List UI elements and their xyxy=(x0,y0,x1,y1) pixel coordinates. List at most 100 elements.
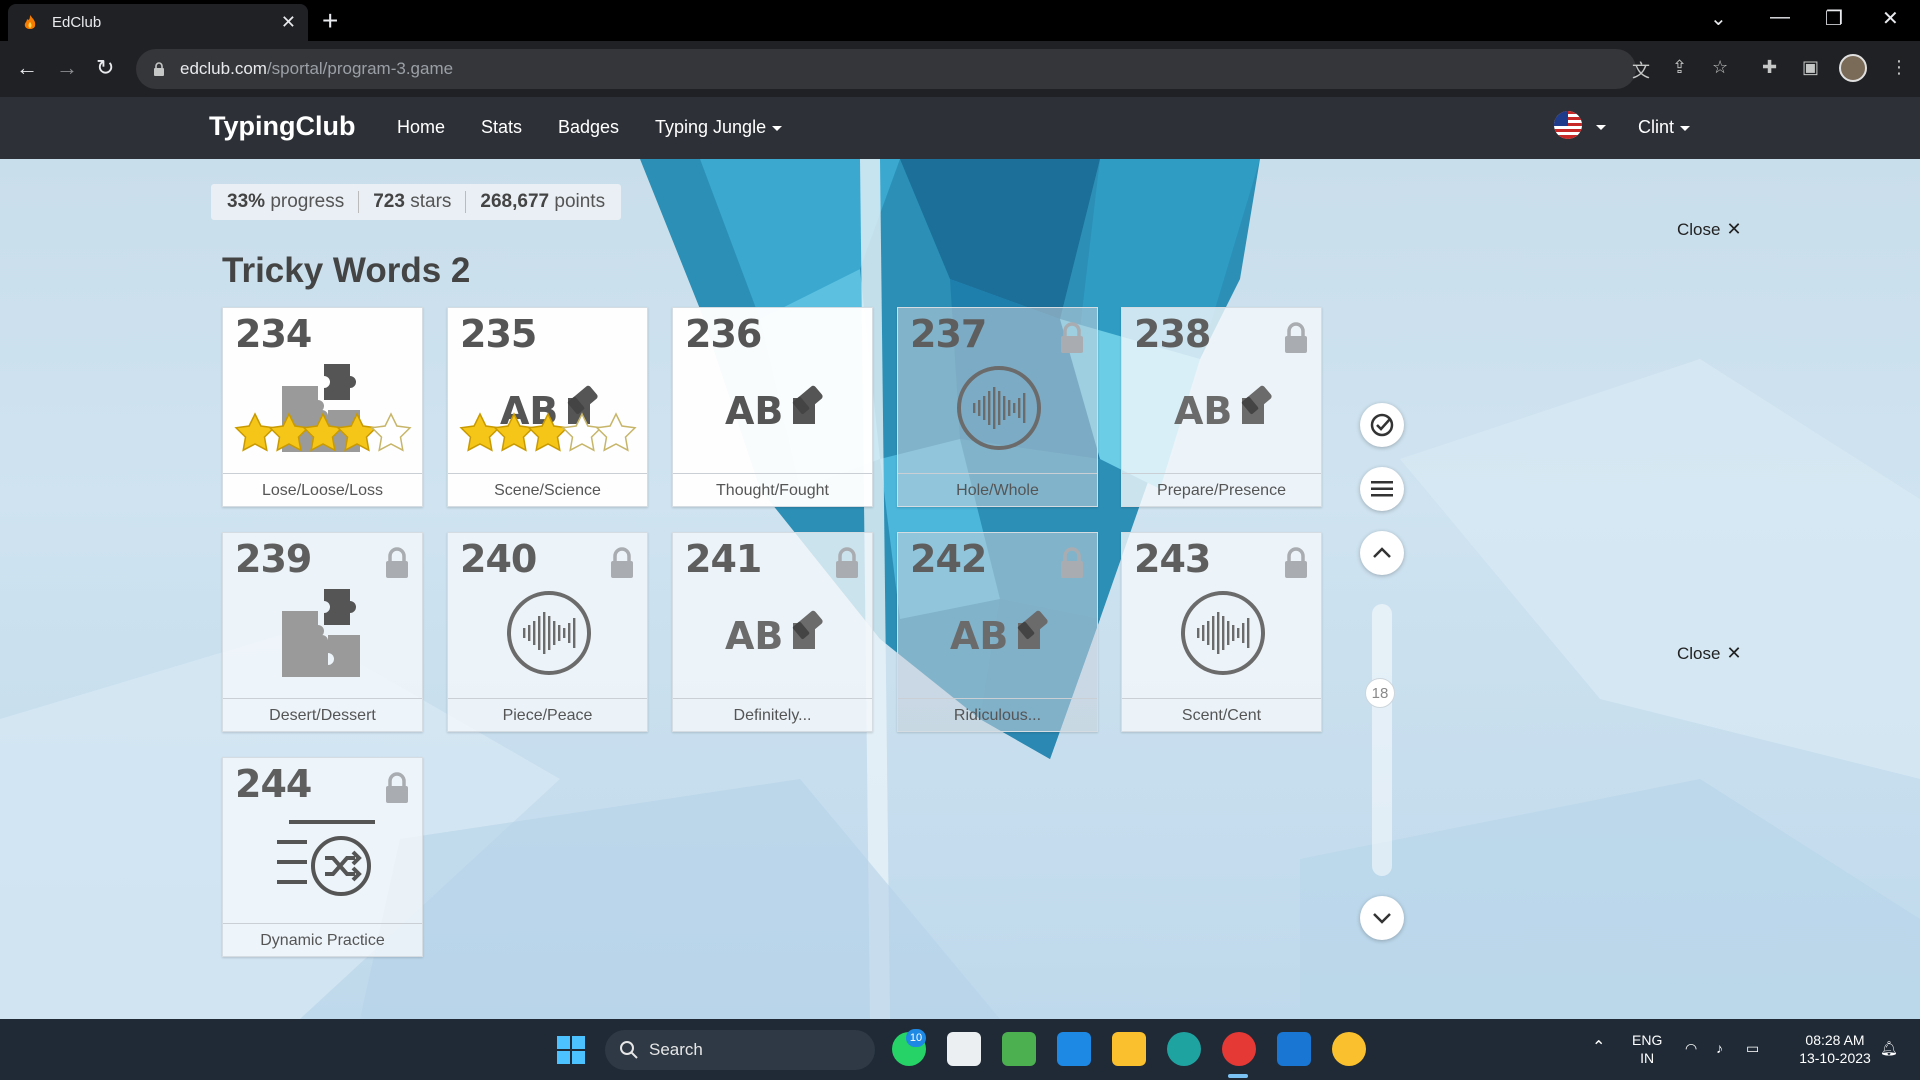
side-panel-icon[interactable]: ▣ xyxy=(1802,57,1819,78)
empty-star-icon xyxy=(561,412,603,452)
edge-icon[interactable] xyxy=(1167,1032,1201,1066)
browser-profile-avatar[interactable] xyxy=(1839,54,1867,82)
clock-time: 08:28 AM xyxy=(1805,1032,1865,1048)
chevron-down-icon xyxy=(1680,125,1691,131)
lesson-icon: AB xyxy=(898,569,1099,697)
lesson-icon: AB xyxy=(673,344,874,472)
lesson-card-238[interactable]: 238 AB Prepare/Presence xyxy=(1121,307,1322,507)
lesson-card-243[interactable]: 243 Scent/Cent xyxy=(1121,532,1322,732)
nav-typing-jungle-dropdown[interactable]: Typing Jungle xyxy=(655,117,783,138)
us-flag-icon[interactable] xyxy=(1554,111,1582,139)
nav-home[interactable]: Home xyxy=(397,117,445,138)
points-count: 268,677 xyxy=(480,191,550,212)
svg-text:AB: AB xyxy=(725,614,783,658)
vscode-icon[interactable] xyxy=(1277,1032,1311,1066)
address-bar[interactable]: edclub.com/sportal/program-3.game xyxy=(136,49,1636,89)
reload-icon[interactable]: ↻ xyxy=(96,55,114,81)
close-window-button[interactable]: ✕ xyxy=(1882,6,1899,31)
app-icon[interactable] xyxy=(1002,1032,1036,1066)
lesson-icon: AB xyxy=(1122,344,1323,472)
notification-bell-icon[interactable]: 🔔︎ xyxy=(1880,1039,1898,1057)
close-button[interactable]: Close ✕ xyxy=(1677,643,1742,664)
check-progress-button[interactable] xyxy=(1360,403,1404,447)
site-logo[interactable]: TypingClub xyxy=(209,111,355,142)
star-rating xyxy=(234,412,412,452)
new-tab-button[interactable]: + xyxy=(322,6,338,36)
close-icon: ✕ xyxy=(1726,219,1742,239)
tab-title: EdClub xyxy=(52,14,102,31)
lock-icon xyxy=(154,62,164,76)
filled-star-icon xyxy=(268,412,310,452)
microsoft-store-icon[interactable] xyxy=(947,1032,981,1066)
lesson-card-241[interactable]: 241 AB Definitely... xyxy=(672,532,873,732)
tab-search-icon[interactable]: ⌄ xyxy=(1710,6,1727,31)
language-chevron-down-icon[interactable] xyxy=(1596,125,1606,130)
user-menu-dropdown[interactable]: Clint xyxy=(1638,117,1691,138)
hamburger-icon xyxy=(1371,481,1393,497)
divider xyxy=(358,191,360,213)
lesson-card-234[interactable]: 234 Lose/Loose/Loss xyxy=(222,307,423,507)
lesson-icon: AB xyxy=(673,569,874,697)
lesson-label: Desert/Dessert xyxy=(223,698,422,731)
file-explorer-icon[interactable] xyxy=(1112,1032,1146,1066)
section-scroll-indicator[interactable]: 18 xyxy=(1365,678,1395,708)
audio-icon xyxy=(1180,591,1265,675)
close-icon: ✕ xyxy=(1726,643,1742,663)
taskbar-search-label: Search xyxy=(649,1040,703,1059)
chrome-icon[interactable] xyxy=(1222,1032,1256,1066)
lesson-label: Scene/Science xyxy=(448,473,647,506)
lesson-card-236[interactable]: 236 AB Thought/Fought xyxy=(672,307,873,507)
svg-text:AB: AB xyxy=(725,389,783,433)
scroll-up-button[interactable] xyxy=(1360,531,1404,575)
forward-icon[interactable]: → xyxy=(56,55,78,81)
abc-eraser-icon: AB xyxy=(725,610,823,658)
clock[interactable]: 08:28 AM 13-10-2023 xyxy=(1785,1031,1885,1067)
lesson-label: Hole/Whole xyxy=(898,473,1097,506)
empty-star-icon xyxy=(370,412,412,452)
bookmark-star-icon[interactable]: ☆ xyxy=(1712,57,1728,78)
chrome-profile-icon[interactable] xyxy=(1332,1032,1366,1066)
browser-menu-icon[interactable]: ⋮ xyxy=(1890,57,1908,78)
tab-close-icon[interactable]: ✕ xyxy=(281,12,296,33)
show-hidden-icons[interactable]: ⌃ xyxy=(1592,1039,1605,1057)
url-host: edclub.com xyxy=(180,59,267,78)
menu-button[interactable] xyxy=(1360,467,1404,511)
nav-badges[interactable]: Badges xyxy=(558,117,619,138)
lesson-card-235[interactable]: 235 AB Scene/Science xyxy=(447,307,648,507)
windows-start-icon[interactable] xyxy=(556,1035,586,1065)
svg-text:AB: AB xyxy=(950,614,1008,658)
audio-icon xyxy=(506,591,591,675)
restore-button[interactable]: ❐ xyxy=(1825,6,1843,31)
volume-icon[interactable]: ♪ xyxy=(1716,1039,1723,1057)
section-scroll-track[interactable] xyxy=(1372,604,1392,876)
nav-stats[interactable]: Stats xyxy=(481,117,522,138)
lesson-card-237[interactable]: 237 Hole/Whole xyxy=(897,307,1098,507)
wifi-icon[interactable]: ◠ xyxy=(1685,1039,1697,1057)
url-path: /sportal/program-3.game xyxy=(266,59,454,78)
close-button[interactable]: Close ✕ xyxy=(1677,219,1742,240)
lesson-card-240[interactable]: 240 Piece/Peace xyxy=(447,532,648,732)
share-icon[interactable]: ⇪ xyxy=(1672,57,1687,78)
clock-date: 13-10-2023 xyxy=(1799,1050,1871,1066)
browser-tab[interactable]: EdClub ✕ xyxy=(8,4,308,41)
lesson-icon xyxy=(898,344,1099,472)
lesson-card-242[interactable]: 242 AB Ridiculous... xyxy=(897,532,1098,732)
minimize-button[interactable]: — xyxy=(1770,6,1790,29)
lesson-label: Piece/Peace xyxy=(448,698,647,731)
check-circle-icon xyxy=(1370,413,1394,437)
lang-top: ENG xyxy=(1632,1032,1663,1048)
lesson-icon xyxy=(223,569,424,697)
scroll-down-button[interactable] xyxy=(1360,896,1404,940)
translate-icon[interactable]: 文 xyxy=(1632,57,1650,83)
stars-count: 723 xyxy=(373,191,405,212)
mail-icon[interactable] xyxy=(1057,1032,1091,1066)
taskbar-search[interactable]: Search xyxy=(605,1030,875,1070)
lesson-card-239[interactable]: 239 Desert/Dessert xyxy=(222,532,423,732)
extensions-icon[interactable]: ✚ xyxy=(1762,57,1777,78)
battery-icon[interactable]: ▭ xyxy=(1746,1039,1759,1057)
chevron-down-icon xyxy=(1373,913,1391,924)
back-icon[interactable]: ← xyxy=(16,55,38,81)
audio-icon xyxy=(956,366,1041,450)
language-indicator[interactable]: ENG IN xyxy=(1632,1031,1662,1067)
lesson-card-244[interactable]: 244 Dynamic Practice xyxy=(222,757,423,957)
